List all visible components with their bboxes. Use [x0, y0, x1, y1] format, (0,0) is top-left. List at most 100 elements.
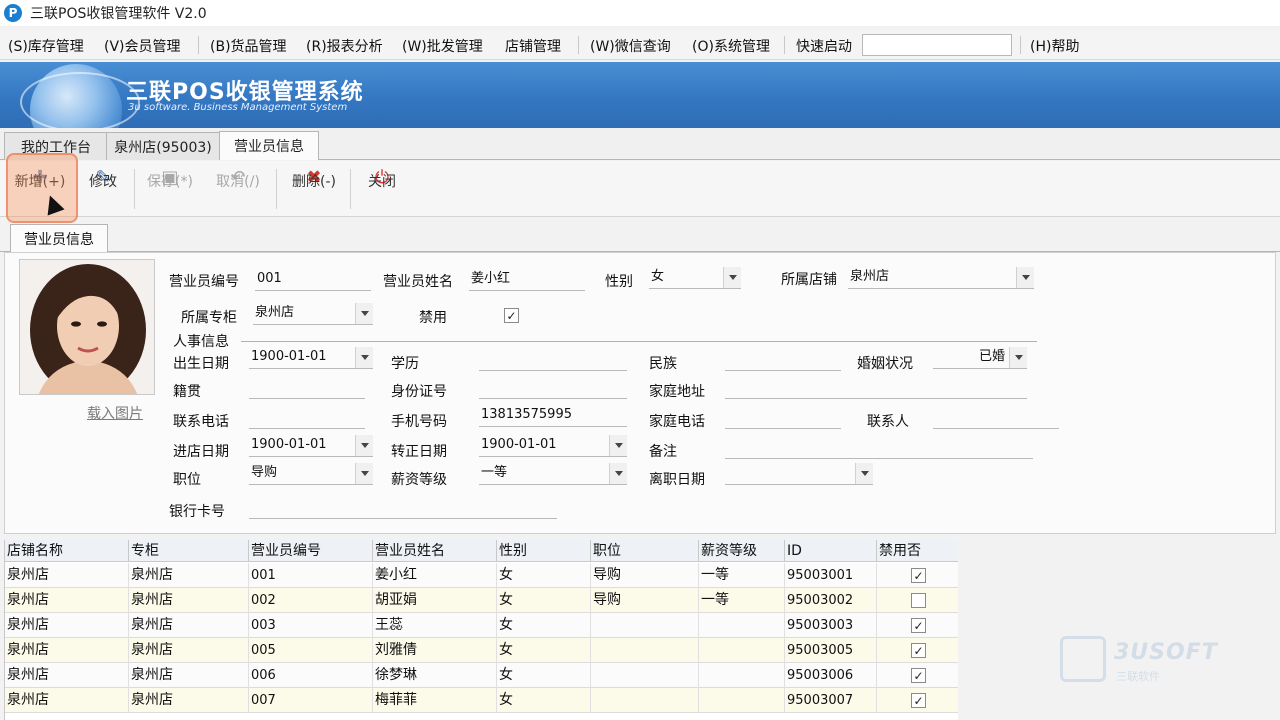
emp-name-input[interactable]: 姜小红 — [469, 269, 585, 291]
tab-store[interactable]: 泉州店(95003) — [106, 132, 220, 160]
menu-goods[interactable]: (B)货品管理 — [210, 36, 287, 56]
leave-date-picker[interactable] — [725, 463, 873, 485]
col-store[interactable]: 店铺名称 — [5, 540, 129, 562]
chevron-down-icon[interactable] — [355, 347, 373, 368]
cell-gender: 女 — [497, 638, 591, 663]
col-id[interactable]: ID — [785, 540, 877, 562]
delete-button[interactable]: ✖ 删除(-) — [284, 167, 344, 213]
row-disabled-checkbox[interactable] — [911, 643, 926, 658]
cell-salary: 一等 — [699, 588, 785, 613]
table-row[interactable]: 泉州店 泉州店 002 胡亚娟女导购 一等 95003002 — [5, 588, 958, 613]
leave-date-label: 离职日期 — [649, 472, 705, 488]
col-position[interactable]: 职位 — [591, 540, 699, 562]
globe-ring-decoration — [20, 72, 140, 128]
col-counter[interactable]: 专柜 — [129, 540, 249, 562]
menu-system[interactable]: (O)系统管理 — [692, 36, 770, 56]
hr-section-title: 人事信息 — [173, 334, 229, 350]
store-select[interactable]: 泉州店 — [848, 267, 1034, 289]
cancel-button-label: 取消(/) — [216, 174, 260, 190]
store-label: 所属店铺 — [781, 272, 837, 288]
birth-date-picker[interactable]: 1900-01-01 — [249, 347, 373, 369]
quick-launch-input[interactable] — [862, 34, 1012, 56]
cell-counter: 泉州店 — [129, 588, 249, 613]
menu-inventory[interactable]: (S)库存管理 — [8, 36, 84, 56]
row-disabled-checkbox[interactable] — [911, 593, 926, 608]
phone-input[interactable] — [249, 407, 365, 429]
native-input[interactable] — [249, 377, 365, 399]
chevron-down-icon[interactable] — [1009, 347, 1027, 368]
table-row[interactable]: 泉州店 泉州店 006 徐梦琳女 95003006 — [5, 663, 958, 688]
toolbar: ✚ 新增(+) ✎ 修改 ▣ 保存(*) ↶ 取消(/) ✖ 删除(-) ⏻ 关… — [0, 161, 1280, 217]
cell-counter: 泉州店 — [129, 688, 249, 713]
cell-salary — [699, 638, 785, 663]
row-disabled-checkbox[interactable] — [911, 568, 926, 583]
chevron-down-icon[interactable] — [355, 435, 373, 456]
chevron-down-icon[interactable] — [1016, 267, 1034, 288]
home-addr-input[interactable] — [725, 377, 1027, 399]
gender-select[interactable]: 女 — [649, 267, 741, 289]
col-disabled[interactable]: 禁用否 — [877, 540, 958, 562]
birth-value: 1900-01-01 — [251, 349, 327, 364]
menu-reports[interactable]: (R)报表分析 — [306, 36, 383, 56]
cancel-button[interactable]: ↶ 取消(/) — [208, 167, 268, 213]
emp-no-input[interactable]: 001 — [255, 269, 371, 291]
join-date-picker[interactable]: 1900-01-01 — [249, 435, 373, 457]
table-header: 店铺名称 专柜 营业员编号 营业员姓名 性别 职位 薪资等级 ID 禁用否 — [5, 540, 958, 562]
cell-name: 徐梦琳 — [373, 663, 497, 688]
chevron-down-icon[interactable] — [355, 463, 373, 484]
disabled-checkbox[interactable] — [504, 308, 519, 323]
menu-wholesale[interactable]: (W)批发管理 — [402, 36, 483, 56]
row-disabled-checkbox[interactable] — [911, 668, 926, 683]
banner-subtitle: 3u software. Business Management System — [128, 102, 348, 113]
col-salary[interactable]: 薪资等级 — [699, 540, 785, 562]
salary-level-select[interactable]: 一等 — [479, 463, 627, 485]
table-row[interactable]: 泉州店 泉州店 003 王蕊女 95003003 — [5, 613, 958, 638]
cell-disabled — [877, 613, 958, 638]
chevron-down-icon[interactable] — [355, 303, 373, 324]
cell-id: 95003006 — [785, 663, 877, 688]
row-disabled-checkbox[interactable] — [911, 618, 926, 633]
table-row[interactable]: 泉州店 泉州店 001 姜小红女导购 一等 95003001 — [5, 563, 958, 588]
home-phone-input[interactable] — [725, 407, 841, 429]
cell-no: 002 — [249, 588, 373, 613]
menu-store[interactable]: 店铺管理 — [505, 36, 561, 56]
tab-label: 营业员信息 — [234, 139, 304, 155]
bank-card-input[interactable] — [249, 497, 557, 519]
tab-employee-info[interactable]: 营业员信息 — [219, 131, 319, 160]
emp-no-label: 营业员编号 — [169, 274, 239, 290]
menu-help[interactable]: (H)帮助 — [1030, 36, 1079, 56]
col-emp-no[interactable]: 营业员编号 — [249, 540, 373, 562]
regular-date-picker[interactable]: 1900-01-01 — [479, 435, 627, 457]
cell-counter: 泉州店 — [129, 663, 249, 688]
watermark-brand: 3USOFT — [1114, 640, 1218, 665]
row-disabled-checkbox[interactable] — [911, 693, 926, 708]
edit-button[interactable]: ✎ 修改 — [73, 167, 133, 213]
cell-id: 95003002 — [785, 588, 877, 613]
col-emp-name[interactable]: 营业员姓名 — [373, 540, 497, 562]
education-input[interactable] — [479, 349, 627, 371]
cell-store: 泉州店 — [5, 638, 129, 663]
table-row[interactable]: 泉州店 泉州店 005 刘雅倩女 95003005 — [5, 638, 958, 663]
chevron-down-icon[interactable] — [855, 463, 873, 484]
ethnic-input[interactable] — [725, 349, 841, 371]
chevron-down-icon[interactable] — [609, 435, 627, 456]
chevron-down-icon[interactable] — [609, 463, 627, 484]
close-button[interactable]: ⏻ 关闭 — [352, 167, 412, 213]
col-gender[interactable]: 性别 — [497, 540, 591, 562]
id-card-input[interactable] — [479, 377, 627, 399]
cell-no: 003 — [249, 613, 373, 638]
upload-photo-link[interactable]: 载入图片 — [87, 403, 143, 423]
menu-member[interactable]: (V)会员管理 — [104, 36, 181, 56]
counter-select[interactable]: 泉州店 — [253, 303, 373, 325]
chevron-down-icon[interactable] — [723, 267, 741, 288]
remark-input[interactable] — [725, 437, 1033, 459]
position-select[interactable]: 导购 — [249, 463, 373, 485]
mobile-input[interactable]: 13813575995 — [479, 405, 627, 427]
tab-label: 泉州店(95003) — [114, 139, 212, 156]
save-button[interactable]: ▣ 保存(*) — [140, 167, 200, 213]
tab-employee-form[interactable]: 营业员信息 — [10, 224, 108, 252]
marital-select[interactable]: 已婚 — [933, 347, 1027, 369]
table-row[interactable]: 泉州店 泉州店 007 梅菲菲女 95003007 — [5, 688, 958, 713]
menu-wechat[interactable]: (W)微信查询 — [590, 36, 671, 56]
contact-input[interactable] — [933, 407, 1059, 429]
